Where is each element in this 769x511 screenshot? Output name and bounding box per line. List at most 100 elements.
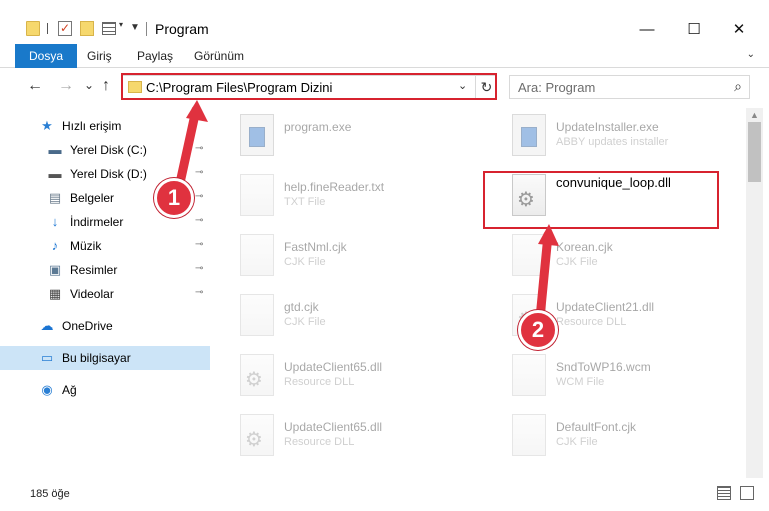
- sidebar-icon: ▬: [48, 166, 62, 181]
- file-name: UpdateClient65.dll: [284, 360, 383, 374]
- sidebar-item[interactable]: ▦ Videolar ⊸: [0, 282, 210, 306]
- scroll-up-icon[interactable]: ▲: [750, 110, 759, 120]
- properties-icon[interactable]: [102, 22, 116, 35]
- file-item[interactable]: UpdateClient65.dll Resource DLL: [212, 408, 462, 464]
- callout-2: 2: [518, 310, 558, 350]
- back-button[interactable]: ←: [27, 77, 43, 95]
- document-file-icon: [240, 234, 274, 276]
- exe-file-icon: [512, 114, 546, 156]
- pin-icon[interactable]: ⊸: [195, 287, 203, 298]
- pin-icon[interactable]: ⊸: [195, 143, 203, 154]
- pin-icon[interactable]: ⊸: [195, 215, 203, 226]
- chevron-down-icon[interactable]: ⌄: [747, 49, 755, 60]
- file-item[interactable]: DefaultFont.cjk CJK File: [484, 408, 734, 464]
- document-file-icon: [512, 354, 546, 396]
- scroll-thumb[interactable]: [748, 122, 761, 182]
- file-name: gtd.cjk: [284, 300, 319, 314]
- dll-file-icon: [240, 414, 274, 456]
- forward-button[interactable]: →: [58, 77, 74, 95]
- tab-dosya[interactable]: Dosya: [15, 44, 78, 68]
- file-item[interactable]: Korean.cjk CJK File: [484, 228, 734, 284]
- address-highlight-box: [121, 73, 497, 100]
- maximize-button[interactable]: ☐: [671, 16, 717, 44]
- file-type: ABBY updates installer: [556, 136, 669, 148]
- file-item[interactable]: SndToWP16.wcm WCM File: [484, 348, 734, 404]
- document-file-icon: [240, 174, 274, 216]
- quick-access-dropdown-icon[interactable]: ▼: [130, 22, 140, 33]
- window-title: Program: [155, 21, 209, 37]
- file-item[interactable]: FastNml.cjk CJK File: [212, 228, 462, 284]
- folder-icon[interactable]: [26, 21, 40, 36]
- sidebar-item[interactable]: ★ Hızlı erişim: [0, 114, 210, 138]
- file-item[interactable]: program.exe: [212, 108, 462, 164]
- recent-locations-button[interactable]: ⌄: [84, 78, 94, 92]
- vertical-scrollbar[interactable]: ▲: [746, 108, 763, 478]
- file-type: CJK File: [556, 256, 598, 268]
- file-name: UpdateClient21.dll: [556, 300, 655, 314]
- details-view-icon[interactable]: [717, 486, 731, 500]
- sidebar-item-label: Yerel Disk (D:): [70, 167, 147, 181]
- file-name: DefaultFont.cjk: [556, 420, 637, 434]
- tab-paylas[interactable]: Paylaş: [137, 44, 173, 68]
- up-button[interactable]: ↑: [102, 77, 110, 95]
- tab-giris[interactable]: Giriş: [87, 44, 112, 68]
- file-type: CJK File: [284, 316, 326, 328]
- item-count: 185 öğe: [30, 488, 70, 500]
- sidebar-item-label: Resimler: [70, 263, 118, 277]
- ribbon-tabs: Dosya Giriş Paylaş Görünüm ⌄: [0, 44, 769, 68]
- dll-file-icon: [240, 354, 274, 396]
- close-button[interactable]: ✕: [716, 16, 762, 44]
- file-name: FastNml.cjk: [284, 240, 347, 254]
- file-type: WCM File: [556, 376, 605, 388]
- sidebar-icon: ▬: [48, 142, 62, 157]
- pin-icon[interactable]: ⊸: [195, 239, 203, 250]
- sidebar-icon: ☁: [40, 318, 54, 333]
- new-folder-icon[interactable]: [80, 21, 94, 36]
- file-type: Resource DLL: [556, 316, 627, 328]
- properties-check-icon[interactable]: ✓: [58, 21, 72, 36]
- sidebar-icon: ◉: [41, 382, 53, 397]
- sidebar-icon: ▤: [48, 190, 62, 205]
- file-list: program.exe help.fineReader.txt TXT File Fa…: [212, 108, 745, 478]
- file-item[interactable]: UpdateInstaller.exe ABBY updates installe…: [484, 108, 734, 164]
- file-type: TXT File: [284, 196, 326, 208]
- tab-gorunum[interactable]: Görünüm: [194, 44, 244, 68]
- document-file-icon: [512, 234, 546, 276]
- toolbar-divider: [47, 23, 48, 34]
- file-item[interactable]: UpdateClient65.dll Resource DLL: [212, 348, 462, 404]
- sidebar-item-label: Müzik: [70, 239, 102, 253]
- file-item[interactable]: help.fineReader.txt TXT File: [212, 168, 462, 224]
- large-icons-view-icon[interactable]: [740, 486, 754, 500]
- sidebar-item[interactable]: ◉ Ağ: [0, 378, 210, 402]
- file-highlight-box: [483, 171, 719, 229]
- sidebar-item[interactable]: ▣ Resimler ⊸: [0, 258, 210, 282]
- search-input[interactable]: Ara: Program ⌕: [509, 75, 750, 99]
- file-type: CJK File: [556, 436, 598, 448]
- pin-icon[interactable]: ⊸: [195, 167, 203, 178]
- file-type: Resource DLL: [284, 436, 355, 448]
- sidebar-item-label: Belgeler: [70, 191, 115, 205]
- sidebar-item[interactable]: ▭ Bu bilgisayar: [0, 346, 210, 370]
- pin-icon[interactable]: ⊸: [195, 263, 203, 274]
- exe-file-icon: [240, 114, 274, 156]
- sidebar-icon: ↓: [51, 214, 59, 229]
- sidebar-item-label: Yerel Disk (C:): [70, 143, 147, 157]
- sidebar-item[interactable]: ▬ Yerel Disk (C:) ⊸: [0, 138, 210, 162]
- rename-icon[interactable]: ▾: [119, 20, 123, 29]
- file-item[interactable]: gtd.cjk CJK File: [212, 288, 462, 344]
- sidebar-item[interactable]: ♪ Müzik ⊸: [0, 234, 210, 258]
- search-icon[interactable]: ⌕: [734, 78, 742, 95]
- sidebar-icon: ♪: [51, 238, 59, 253]
- sidebar-icon: ▭: [40, 350, 54, 365]
- sidebar-item[interactable]: ☁ OneDrive: [0, 314, 210, 338]
- file-name: UpdateClient65.dll: [284, 420, 383, 434]
- sidebar-icon: ▦: [48, 286, 62, 301]
- pin-icon[interactable]: ⊸: [195, 191, 203, 202]
- sidebar-item-label: İndirmeler: [70, 215, 124, 229]
- sidebar-item-label: Hızlı erişim: [62, 119, 122, 133]
- title-bar: ✓ ▾ ▼ Program — ☐ ✕: [0, 0, 769, 44]
- document-file-icon: [512, 414, 546, 456]
- minimize-button[interactable]: —: [624, 16, 670, 44]
- file-type: CJK File: [284, 256, 326, 268]
- callout-1: 1: [154, 178, 194, 218]
